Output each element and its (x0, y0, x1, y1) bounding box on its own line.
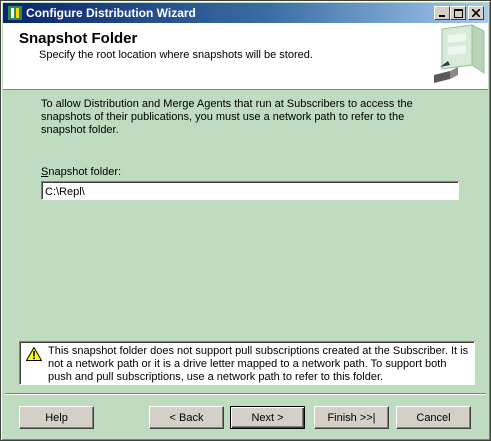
minimize-button[interactable] (434, 6, 450, 20)
warning-icon (26, 347, 42, 361)
title-bar[interactable]: Configure Distribution Wizard (3, 3, 488, 23)
minimize-icon (439, 15, 445, 17)
finish-button[interactable]: Finish >>| (314, 406, 389, 429)
snapshot-folder-label: Snapshot folder: (41, 166, 121, 178)
wizard-banner-icon (428, 23, 486, 87)
wizard-window: Configure Distribution Wizard Snapshot F… (0, 0, 491, 441)
close-button[interactable] (468, 6, 484, 20)
snapshot-folder-input[interactable] (41, 181, 459, 200)
maximize-icon (453, 8, 463, 18)
back-button[interactable]: < Back (149, 406, 224, 429)
next-label: Next > (251, 411, 284, 424)
cancel-label: Cancel (416, 411, 451, 424)
page-title: Snapshot Folder (19, 30, 138, 47)
close-icon (472, 9, 480, 17)
page-subtitle: Specify the root location where snapshot… (39, 49, 313, 61)
back-label: < Back (169, 411, 204, 424)
maximize-button[interactable] (450, 6, 466, 20)
help-button[interactable]: Help (19, 406, 94, 429)
intro-text: To allow Distribution and Merge Agents t… (41, 98, 413, 136)
warning-text: This snapshot folder does not support pu… (48, 345, 469, 383)
wizard-header: Snapshot Folder Specify the root locatio… (3, 23, 488, 90)
next-button[interactable]: Next > (230, 406, 305, 429)
label-text: napshot folder: (48, 166, 122, 178)
window-title: Configure Distribution Wizard (26, 6, 196, 20)
finish-label: Finish >>| (327, 411, 376, 424)
wizard-app-icon (8, 6, 22, 20)
separator-highlight (5, 394, 486, 395)
warning-box: This snapshot folder does not support pu… (19, 341, 475, 385)
cancel-button[interactable]: Cancel (396, 406, 471, 429)
help-label: Help (45, 411, 68, 424)
